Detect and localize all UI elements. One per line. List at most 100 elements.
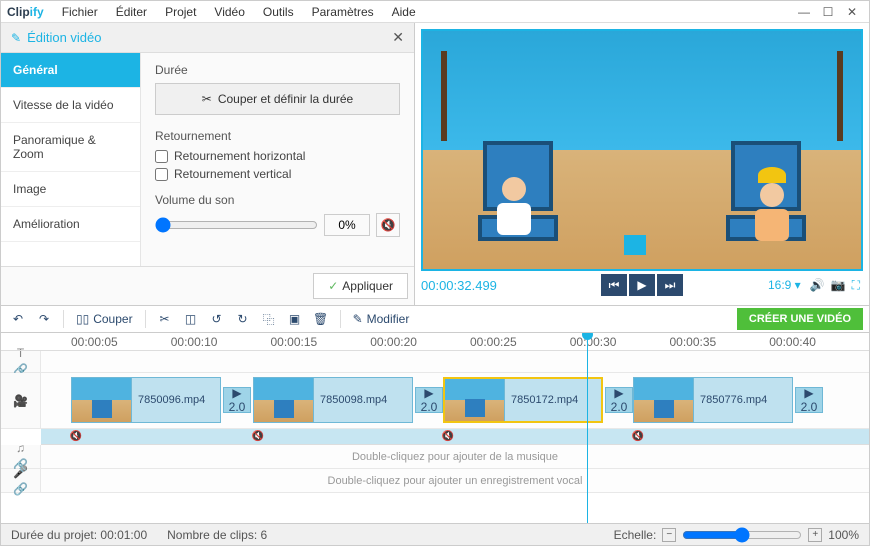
video-icon: 🎥 — [13, 394, 28, 408]
menu-video[interactable]: Vidéo — [206, 3, 252, 21]
window-close[interactable]: ✕ — [845, 5, 859, 19]
modifier-button[interactable]: ✎Modifier — [349, 312, 414, 326]
panel-title: Édition vidéo — [27, 30, 101, 45]
menu-project[interactable]: Projet — [157, 3, 204, 21]
create-video-button[interactable]: CRÉER UNE VIDÉO — [737, 308, 863, 330]
duration-label: Durée — [155, 63, 400, 77]
clip-count: Nombre de clips: 6 — [167, 528, 267, 542]
video-track: 🎥 7850096.mp4 7850098.mp4 7850172.mp4 78507… — [1, 373, 869, 429]
tab-panzoom[interactable]: Panoramique & Zoom — [1, 123, 140, 172]
transition-3[interactable]: ▶2.0 — [795, 387, 823, 413]
rotate-left-button[interactable]: ↺ — [206, 308, 228, 330]
scale-label: Echelle: — [614, 528, 657, 542]
mute-icon: 🔇 — [381, 218, 396, 232]
fx-marker-0[interactable]: 🔇 — [71, 429, 81, 444]
scissors-button[interactable]: ✂ — [154, 308, 176, 330]
mic-icon: 🎤 — [13, 465, 28, 479]
project-duration: Durée du projet: 00:01:00 — [11, 528, 147, 542]
scale-value: 100% — [828, 528, 859, 542]
fx-marker-1[interactable]: 🔇 — [253, 429, 263, 444]
titles-track: T🔗 — [1, 351, 869, 373]
paste-button[interactable]: ▣ — [284, 308, 306, 330]
prev-button[interactable]: ⏮ — [601, 274, 627, 296]
snapshot-icon[interactable]: 📷 — [831, 278, 846, 292]
audio-placeholder: Double-cliquez pour ajouter de la musiqu… — [352, 451, 558, 463]
voice-track: 🎤🔗 Double-cliquez pour ajouter un enregi… — [1, 469, 869, 493]
titles-track-body[interactable] — [41, 351, 869, 372]
preview-pane: 00:00:32.499 ⏮ ▶ ⏭ 16:9 ▾ 🔊 📷 ⛶ — [415, 23, 869, 305]
cut-icon: ▯▯ — [76, 312, 89, 326]
audio-track-body[interactable]: Double-cliquez pour ajouter de la musiqu… — [41, 445, 869, 468]
scale-slider[interactable] — [682, 527, 802, 543]
tab-content: Durée ✂ Couper et définir la durée Retou… — [141, 53, 414, 266]
window-minimize[interactable]: — — [797, 5, 811, 19]
fx-marker-2[interactable]: 🔇 — [443, 429, 453, 444]
volume-slider[interactable] — [155, 217, 318, 233]
fullscreen-icon[interactable]: ⛶ — [852, 278, 860, 293]
time-ruler[interactable]: 00:00:0500:00:1000:00:1500:00:2000:00:25… — [1, 333, 869, 351]
edit-panel: ✎ Édition vidéo ✕ Général Vitesse de la … — [1, 23, 415, 305]
mute-button[interactable]: 🔇 — [376, 213, 400, 237]
preview-video[interactable] — [421, 29, 863, 271]
voice-track-body[interactable]: Double-cliquez pour ajouter un enregistr… — [41, 469, 869, 492]
zoom-in-button[interactable]: + — [808, 528, 822, 542]
menu-bar: Clipify Fichier Éditer Projet Vidéo Outi… — [1, 1, 869, 23]
fx-marker-3[interactable]: 🔇 — [633, 429, 643, 444]
clip-2[interactable]: 7850172.mp4 — [443, 377, 603, 423]
menu-file[interactable]: Fichier — [54, 3, 106, 21]
flip-vertical-row[interactable]: Retournement vertical — [155, 167, 400, 181]
couper-button[interactable]: ▯▯Couper — [72, 312, 137, 326]
flip-label: Retournement — [155, 129, 400, 143]
flip-horizontal-row[interactable]: Retournement horizontal — [155, 149, 400, 163]
delete-button[interactable]: 🗑 — [310, 308, 332, 330]
music-icon: ♫ — [16, 441, 25, 455]
crop-button[interactable]: ◫ — [180, 308, 202, 330]
edit-icon: ✎ — [11, 31, 21, 45]
menu-settings[interactable]: Paramètres — [304, 3, 382, 21]
effects-track[interactable]: 🔇 🔇 🔇 🔇 — [41, 429, 869, 445]
apply-button[interactable]: ✓ Appliquer — [313, 273, 408, 299]
transition-1[interactable]: ▶2.0 — [415, 387, 443, 413]
aspect-ratio[interactable]: 16:9 ▾ — [768, 278, 801, 292]
tab-image[interactable]: Image — [1, 172, 140, 207]
flip-horizontal-checkbox[interactable] — [155, 150, 168, 163]
rotate-right-button[interactable]: ↻ — [232, 308, 254, 330]
link-icon[interactable]: 🔗 — [13, 482, 28, 496]
tab-speed[interactable]: Vitesse de la vidéo — [1, 88, 140, 123]
volume-label: Volume du son — [155, 193, 400, 207]
tab-list: Général Vitesse de la vidéo Panoramique … — [1, 53, 141, 266]
clip-1[interactable]: 7850098.mp4 — [253, 377, 413, 423]
timecode: 00:00:32.499 — [421, 278, 497, 293]
menu-edit[interactable]: Éditer — [108, 3, 155, 21]
next-button[interactable]: ⏭ — [657, 274, 683, 296]
audio-track: ♫🔗 Double-cliquez pour ajouter de la mus… — [1, 445, 869, 469]
app-logo: Clipify — [7, 5, 44, 19]
tab-general[interactable]: Général — [1, 53, 140, 88]
check-icon: ✓ — [328, 279, 338, 293]
zoom-out-button[interactable]: − — [662, 528, 676, 542]
timeline-toolbar: ↶ ↷ ▯▯Couper ✂ ◫ ↺ ↻ ⿻ ▣ 🗑 ✎Modifier CRÉ… — [1, 305, 869, 333]
clip-3[interactable]: 7850776.mp4 — [633, 377, 793, 423]
tab-enhance[interactable]: Amélioration — [1, 207, 140, 242]
clip-0[interactable]: 7850096.mp4 — [71, 377, 221, 423]
panel-close[interactable]: ✕ — [392, 29, 404, 46]
play-button[interactable]: ▶ — [629, 274, 655, 296]
status-bar: Durée du projet: 00:01:00 Nombre de clip… — [1, 523, 869, 545]
transition-0[interactable]: ▶2.0 — [223, 387, 251, 413]
volume-value[interactable]: 0% — [324, 214, 370, 236]
volume-icon[interactable]: 🔊 — [810, 278, 825, 292]
redo-button[interactable]: ↷ — [33, 308, 55, 330]
undo-button[interactable]: ↶ — [7, 308, 29, 330]
cut-duration-button[interactable]: ✂ Couper et définir la durée — [155, 83, 400, 115]
video-track-body[interactable]: 7850096.mp4 7850098.mp4 7850172.mp4 7850776… — [41, 373, 869, 428]
pencil-icon: ✎ — [353, 312, 363, 326]
timeline: 00:00:0500:00:1000:00:1500:00:2000:00:25… — [1, 333, 869, 523]
copy-button[interactable]: ⿻ — [258, 308, 280, 330]
transition-2[interactable]: ▶2.0 — [605, 387, 633, 413]
voice-placeholder: Double-cliquez pour ajouter un enregistr… — [328, 475, 583, 487]
scissors-icon: ✂ — [202, 92, 212, 106]
flip-vertical-checkbox[interactable] — [155, 168, 168, 181]
window-maximize[interactable]: ☐ — [821, 5, 835, 19]
menu-help[interactable]: Aide — [384, 3, 424, 21]
menu-tools[interactable]: Outils — [255, 3, 302, 21]
